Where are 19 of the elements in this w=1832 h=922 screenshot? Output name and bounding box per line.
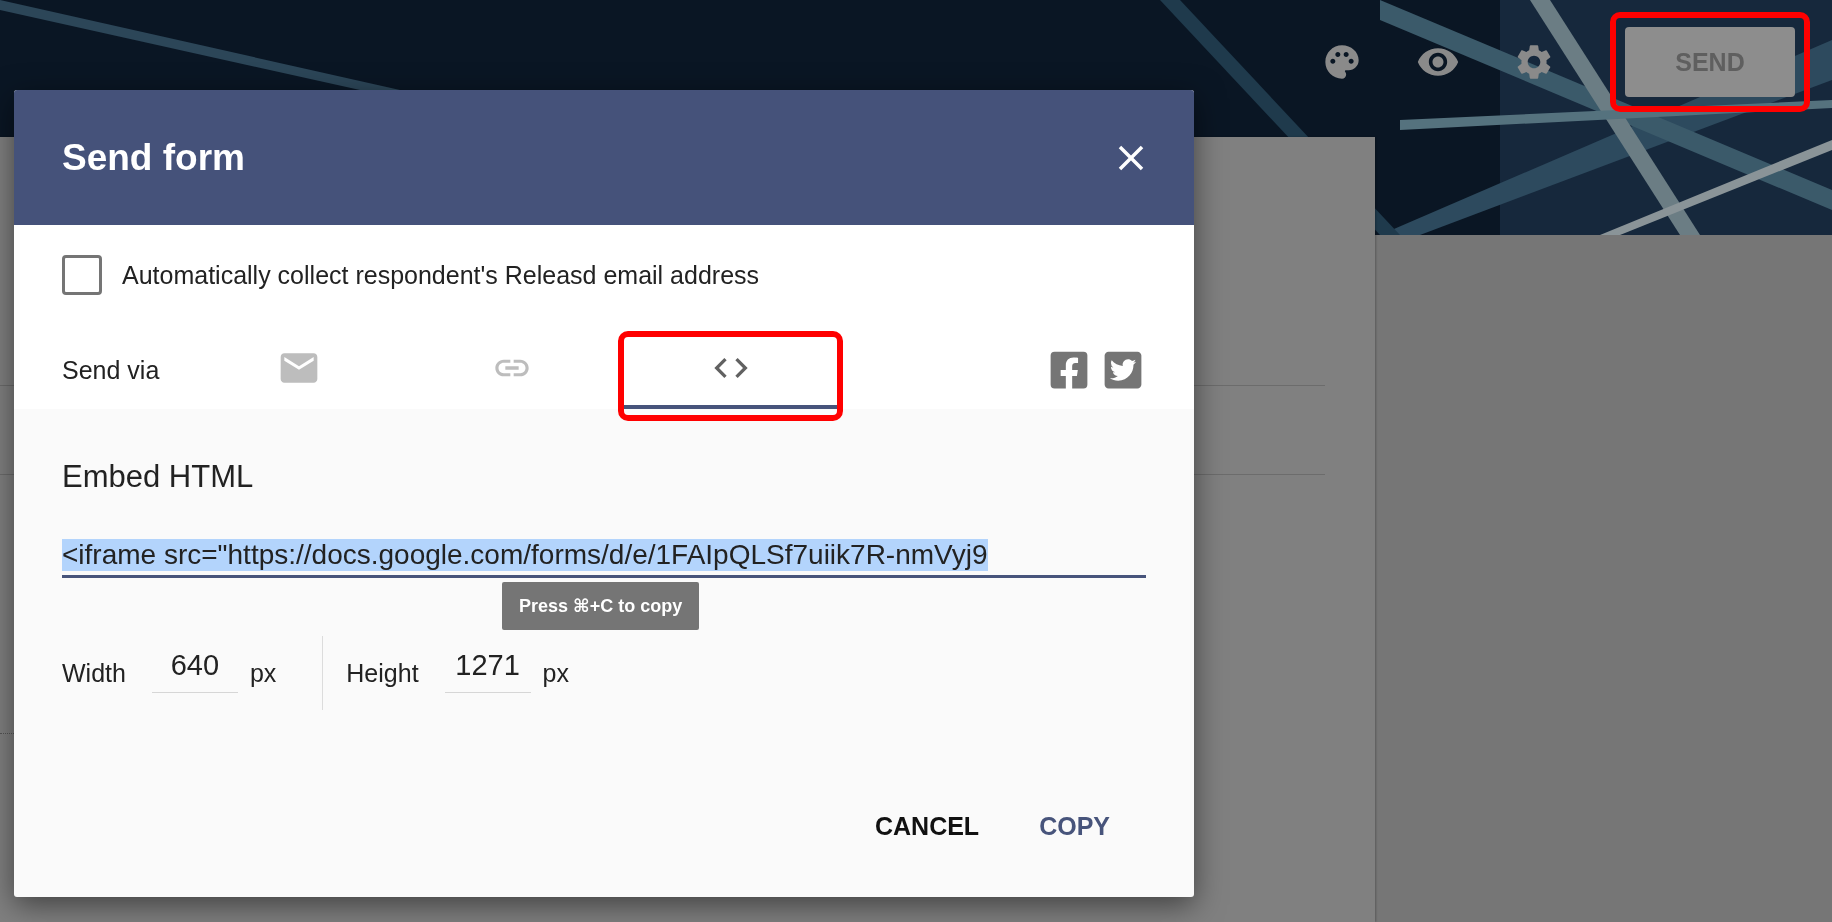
width-field[interactable]: 640: [151, 649, 238, 693]
cancel-button[interactable]: CANCEL: [858, 804, 996, 849]
copy-tooltip: Press ⌘+C to copy: [502, 582, 700, 630]
copy-button[interactable]: COPY: [1023, 804, 1126, 849]
width-label: Width: [62, 658, 126, 688]
checkbox[interactable]: [62, 255, 102, 295]
unit-label: px: [542, 658, 569, 688]
twitter-icon: [1102, 349, 1144, 391]
facebook-icon: [1048, 349, 1090, 391]
send-via-label: Send via: [62, 354, 161, 386]
checkbox-label: Automatically collect respondent's Releasd email address: [122, 260, 760, 290]
palette-icon[interactable]: [1322, 42, 1362, 82]
unit-label: px: [249, 658, 277, 688]
height-field[interactable]: 1271: [444, 649, 531, 693]
height-label: Height: [346, 658, 419, 688]
share-button[interactable]: [1102, 349, 1144, 391]
embed-heading: Embed HTML: [62, 459, 255, 495]
dialog-title: Send form: [62, 136, 245, 179]
share-button[interactable]: [1048, 349, 1090, 391]
